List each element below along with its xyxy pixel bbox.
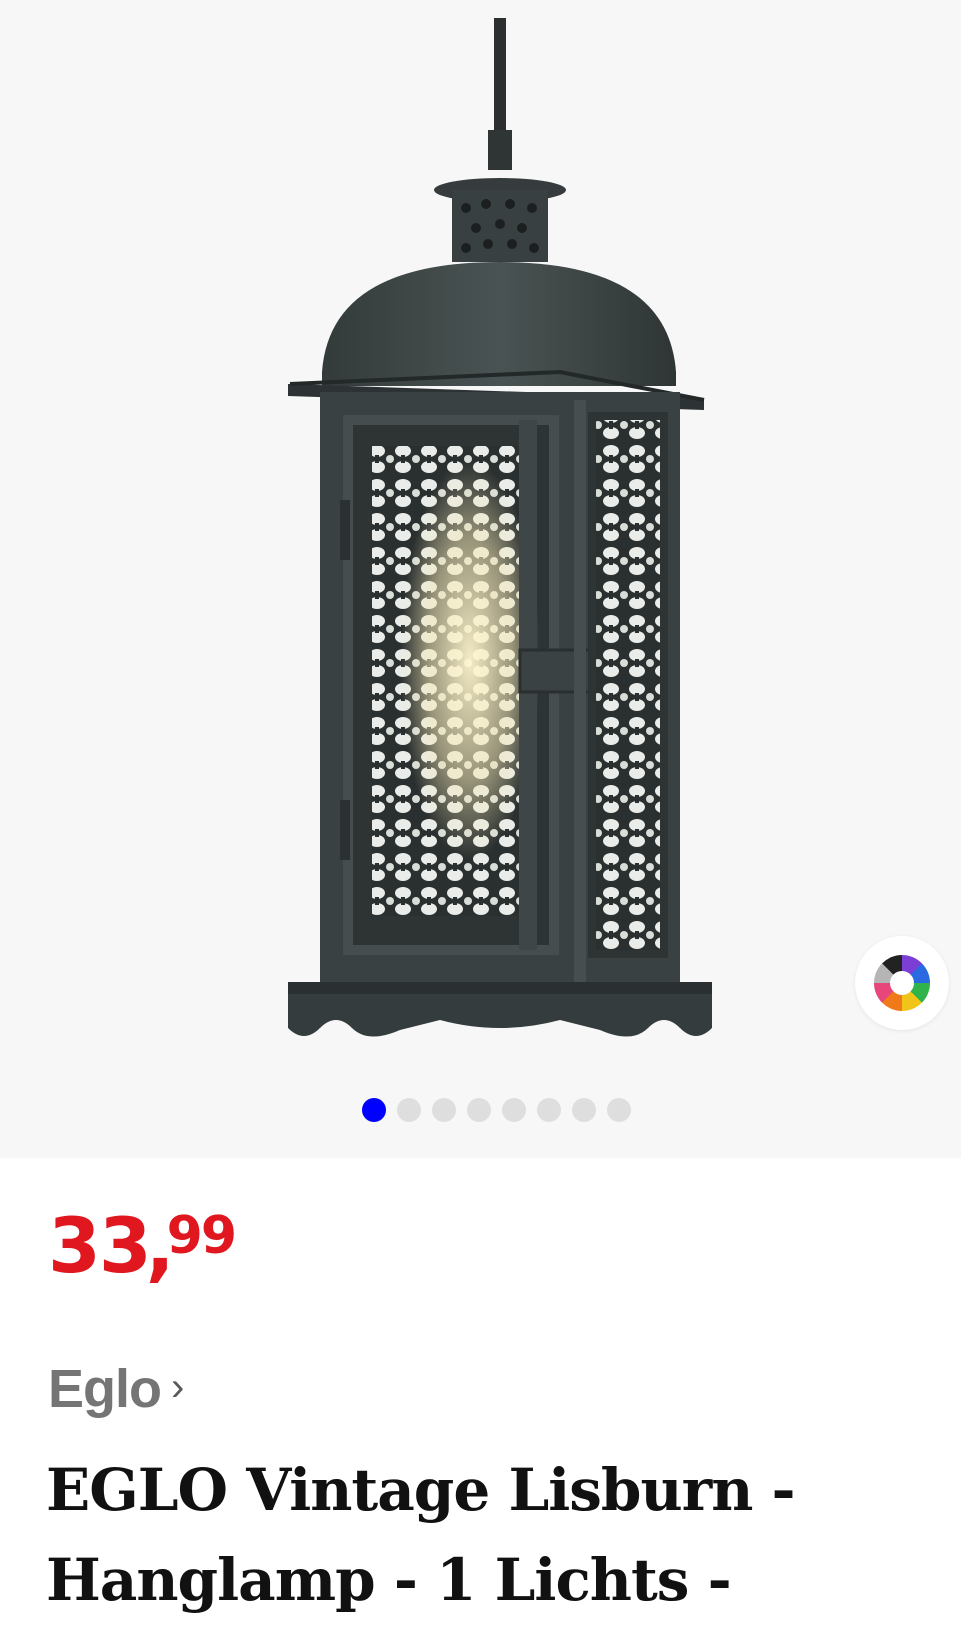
product-image-gallery[interactable] <box>0 0 961 1158</box>
brand-link[interactable]: Eglo › <box>48 1358 184 1420</box>
price-cents: 99 <box>166 1206 237 1266</box>
pagination-dot-6[interactable] <box>537 1098 561 1122</box>
pagination-dot-7[interactable] <box>572 1098 596 1122</box>
pagination-dot-1[interactable] <box>362 1098 386 1122</box>
brand-name: Eglo <box>48 1359 162 1419</box>
pagination-dot-3[interactable] <box>432 1098 456 1122</box>
pagination-dot-5[interactable] <box>502 1098 526 1122</box>
pagination-dot-2[interactable] <box>397 1098 421 1122</box>
pagination-dot-4[interactable] <box>467 1098 491 1122</box>
product-title: EGLO Vintage Lisburn - Hanglamp - 1 Lich… <box>46 1456 796 1614</box>
product-image[interactable] <box>0 0 961 1080</box>
pagination-dot-8[interactable] <box>607 1098 631 1122</box>
chevron-right-icon: › <box>171 1364 185 1409</box>
product-price: 33 , 99 <box>48 1201 237 1290</box>
color-picker-button[interactable] <box>855 936 949 1030</box>
color-wheel-icon <box>874 955 930 1011</box>
price-whole: 33 <box>48 1201 152 1290</box>
image-pagination <box>362 1098 631 1122</box>
